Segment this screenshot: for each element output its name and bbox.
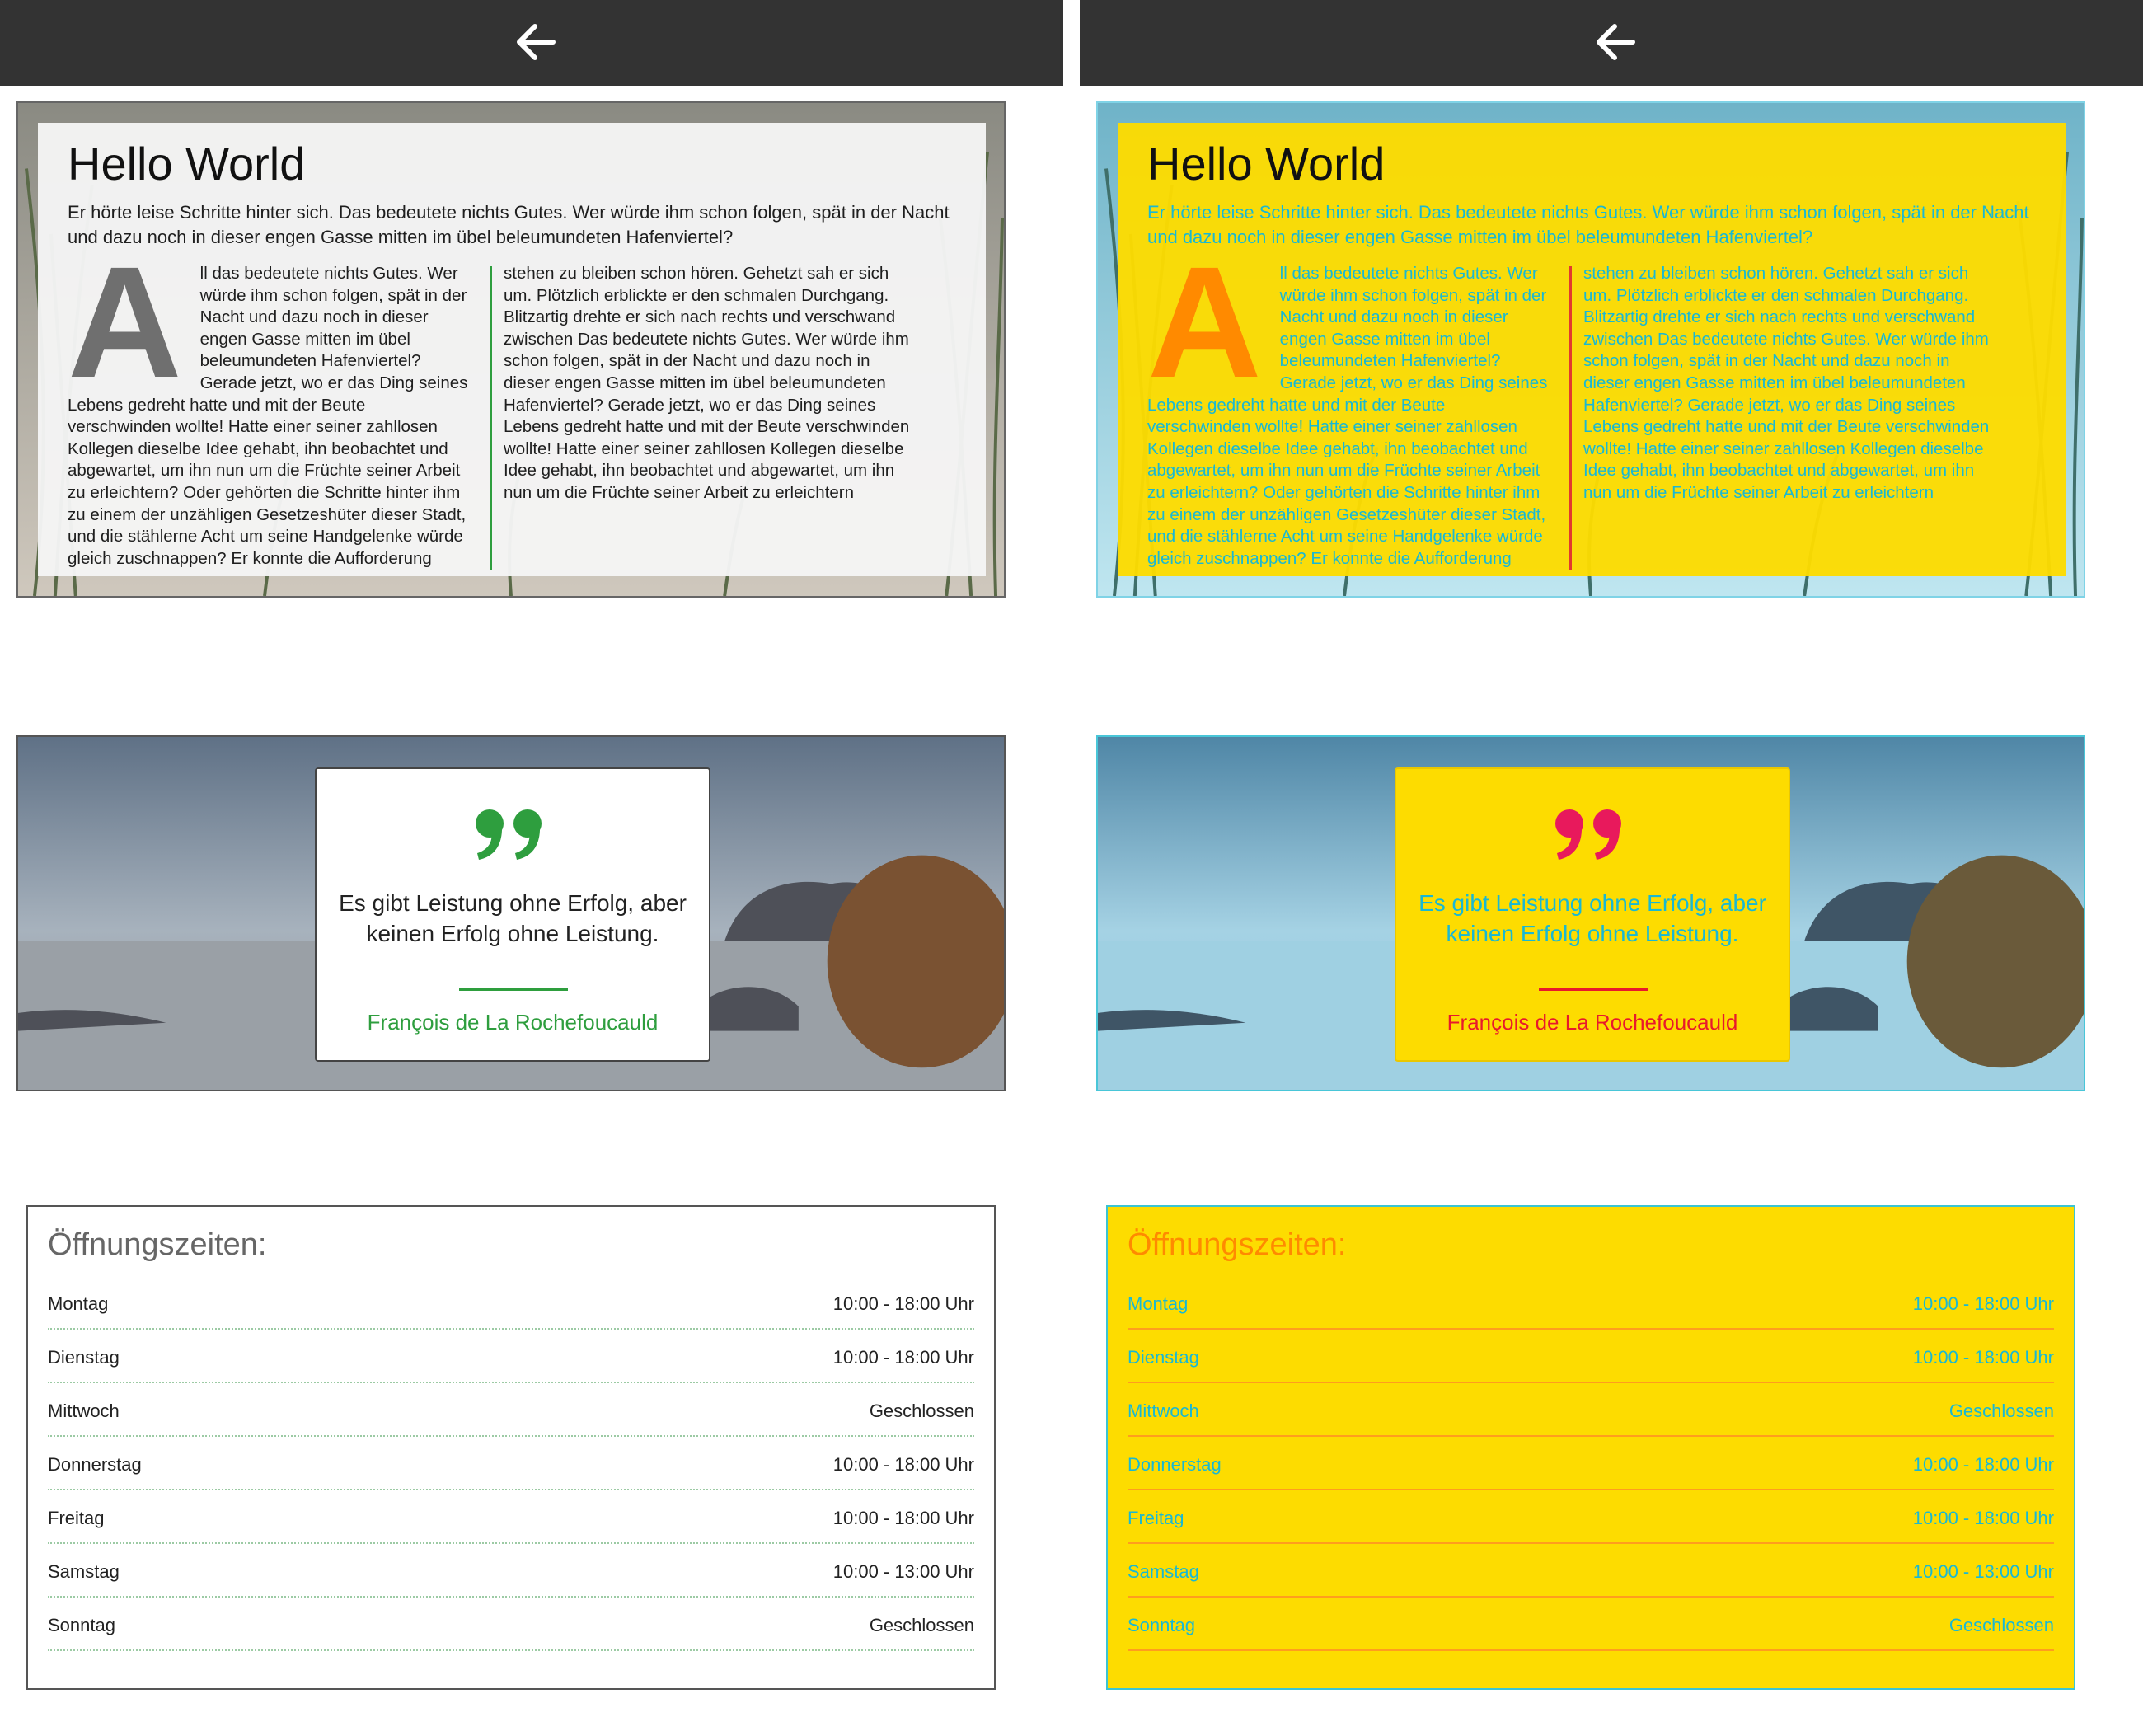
article-columns: A ll das bedeutete nichts Gutes. Wer wür… — [68, 233, 956, 570]
hours-row: Freitag 10:00 - 18:00 Uhr — [1128, 1490, 2054, 1544]
hours-time: 10:00 - 18:00 Uhr — [832, 1346, 974, 1368]
arrow-left-icon — [517, 24, 556, 60]
preview-panel-yellow: Hello World Er hörte leise Schritte hint… — [1080, 0, 2143, 1736]
quote-mark-icon — [473, 809, 547, 861]
drop-cap: A — [68, 233, 182, 411]
article-card: Hello World Er hörte leise Schritte hint… — [1096, 101, 2085, 598]
hours-day: Sonntag — [48, 1614, 115, 1635]
top-app-bar — [1080, 0, 2143, 86]
article-lead: Er hörte leise Schritte hinter sich. Das… — [1147, 202, 2029, 247]
hours-time: Geschlossen — [1948, 1614, 2054, 1635]
hours-day: Mittwoch — [1128, 1400, 1199, 1421]
hours-row: Sonntag Geschlossen — [1128, 1598, 2054, 1651]
drop-cap: A — [1147, 233, 1262, 411]
hours-time: 10:00 - 18:00 Uhr — [1912, 1293, 2054, 1314]
hours-time: Geschlossen — [869, 1614, 974, 1635]
back-button[interactable] — [1587, 13, 1644, 71]
quote-text: Es gibt Leistung ohne Erfolg, aber keine… — [1419, 890, 1766, 946]
hours-time: 10:00 - 13:00 Uhr — [1912, 1560, 2054, 1582]
opening-hours-title: Öffnungszeiten: — [1128, 1227, 1347, 1262]
article-column-right-text: stehen zu bleiben schon hören. Gehetzt s… — [1583, 264, 1990, 502]
top-app-bar — [0, 0, 1063, 86]
hours-row: Donnerstag 10:00 - 18:00 Uhr — [1128, 1437, 2054, 1490]
hours-day: Mittwoch — [48, 1400, 120, 1421]
arrow-left-icon — [1597, 24, 1635, 60]
hours-time: Geschlossen — [1948, 1400, 2054, 1421]
hours-day: Montag — [48, 1293, 109, 1314]
hours-row: Mittwoch Geschlossen — [1128, 1383, 2054, 1437]
opening-hours-list: Montag 10:00 - 18:00 Uhr Dienstag 10:00 - … — [1128, 1276, 2054, 1651]
hours-time: 10:00 - 18:00 Uhr — [832, 1293, 974, 1314]
hours-day: Dienstag — [1128, 1346, 1199, 1368]
article-content-box: Hello World Er hörte leise Schritte hint… — [38, 123, 986, 576]
hours-time: 10:00 - 13:00 Uhr — [832, 1560, 974, 1582]
hours-time: 10:00 - 18:00 Uhr — [1912, 1453, 2054, 1475]
hours-day: Freitag — [1128, 1507, 1184, 1528]
hours-row: Sonntag Geschlossen — [48, 1598, 974, 1651]
quote-author: François de La Rochefoucauld — [367, 1010, 659, 1035]
hours-day: Samstag — [48, 1560, 120, 1582]
hours-row: Montag 10:00 - 18:00 Uhr — [1128, 1276, 2054, 1330]
hours-day: Dienstag — [48, 1346, 120, 1368]
opening-hours-card: Öffnungszeiten: Montag 10:00 - 18:00 Uhr … — [26, 1205, 996, 1690]
article-column-left: A ll das bedeutete nichts Gutes. Wer wür… — [1147, 233, 1569, 570]
hours-day: Montag — [1128, 1293, 1189, 1314]
quote-mark-icon — [1553, 809, 1627, 861]
article-lead: Er hörte leise Schritte hinter sich. Das… — [68, 202, 950, 247]
article-title: Hello World — [68, 138, 306, 190]
opening-hours-title: Öffnungszeiten: — [48, 1227, 267, 1262]
hours-day: Samstag — [1128, 1560, 1199, 1582]
hours-time: 10:00 - 18:00 Uhr — [1912, 1346, 2054, 1368]
quote-card: Es gibt Leistung ohne Erfolg, aber keine… — [1395, 767, 1790, 1062]
hours-row: Dienstag 10:00 - 18:00 Uhr — [1128, 1330, 2054, 1383]
hours-day: Donnerstag — [1128, 1453, 1222, 1475]
hours-time: 10:00 - 18:00 Uhr — [832, 1453, 974, 1475]
opening-hours-card: Öffnungszeiten: Montag 10:00 - 18:00 Uhr … — [1106, 1205, 2075, 1690]
hours-day: Freitag — [48, 1507, 105, 1528]
quote-text: Es gibt Leistung ohne Erfolg, aber keine… — [339, 890, 687, 946]
hours-day: Donnerstag — [48, 1453, 142, 1475]
hours-row: Mittwoch Geschlossen — [48, 1383, 974, 1437]
hours-time: Geschlossen — [869, 1400, 974, 1421]
preview-panel-light: Hello World Er hörte leise Schritte hint… — [0, 0, 1063, 1736]
article-content-box: Hello World Er hörte leise Schritte hint… — [1118, 123, 2066, 576]
hours-row: Donnerstag 10:00 - 18:00 Uhr — [48, 1437, 974, 1490]
article-column-right: stehen zu bleiben schon hören. Gehetzt s… — [1572, 263, 1994, 504]
hours-row: Samstag 10:00 - 13:00 Uhr — [1128, 1544, 2054, 1598]
hours-time: 10:00 - 18:00 Uhr — [1912, 1507, 2054, 1528]
opening-hours-list: Montag 10:00 - 18:00 Uhr Dienstag 10:00 - … — [48, 1276, 974, 1651]
hours-row: Freitag 10:00 - 18:00 Uhr — [48, 1490, 974, 1544]
article-title: Hello World — [1147, 138, 1386, 190]
quote-divider — [1539, 988, 1648, 991]
hours-day: Sonntag — [1128, 1614, 1195, 1635]
quote-card: Es gibt Leistung ohne Erfolg, aber keine… — [315, 767, 710, 1062]
article-columns: A ll das bedeutete nichts Gutes. Wer wür… — [1147, 233, 2036, 570]
hours-row: Samstag 10:00 - 13:00 Uhr — [48, 1544, 974, 1598]
quote-divider — [459, 988, 568, 991]
hours-time: 10:00 - 18:00 Uhr — [832, 1507, 974, 1528]
quote-banner: Es gibt Leistung ohne Erfolg, aber keine… — [16, 735, 1006, 1091]
back-button[interactable] — [507, 13, 565, 71]
article-card: Hello World Er hörte leise Schritte hint… — [16, 101, 1006, 598]
article-column-right-text: stehen zu bleiben schon hören. Gehetzt s… — [504, 264, 910, 502]
article-column-left: A ll das bedeutete nichts Gutes. Wer wür… — [68, 233, 490, 570]
hours-row: Dienstag 10:00 - 18:00 Uhr — [48, 1330, 974, 1383]
quote-author: François de La Rochefoucauld — [1447, 1010, 1738, 1035]
quote-banner: Es gibt Leistung ohne Erfolg, aber keine… — [1096, 735, 2085, 1091]
hours-row: Montag 10:00 - 18:00 Uhr — [48, 1276, 974, 1330]
article-column-right: stehen zu bleiben schon hören. Gehetzt s… — [492, 263, 914, 504]
